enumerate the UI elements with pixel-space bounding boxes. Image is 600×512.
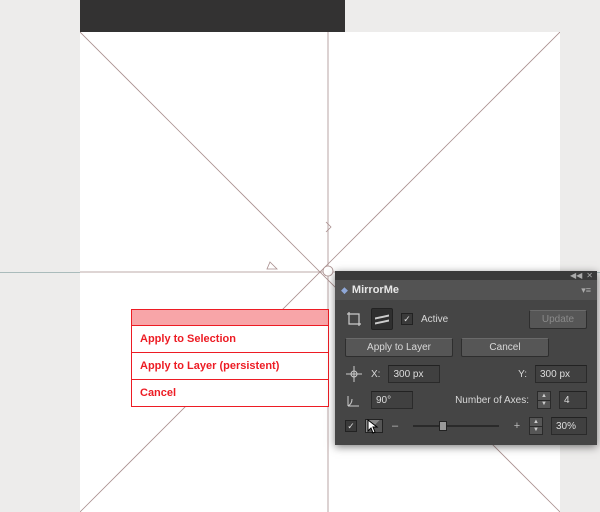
cancel-button[interactable]: Cancel (461, 338, 549, 357)
x-field[interactable] (388, 365, 440, 383)
context-menu-apply-selection[interactable]: Apply to Selection (132, 326, 328, 353)
center-target-icon[interactable] (345, 365, 363, 383)
context-menu-apply-layer[interactable]: Apply to Layer (persistent) (132, 353, 328, 380)
angle-field[interactable] (371, 391, 413, 409)
opacity-stepper[interactable]: ▲▼ (529, 417, 543, 435)
panel-body: ✓ Active Update Apply to Layer Cancel X:… (335, 300, 597, 445)
flyout-menu-icon[interactable]: ▾≡ (581, 285, 591, 296)
axes-stepper[interactable]: ▲▼ (537, 391, 551, 409)
layers-icon[interactable] (371, 308, 393, 330)
active-checkbox[interactable]: ✓ (401, 313, 413, 325)
x-label: X: (371, 369, 380, 380)
opacity-field[interactable] (551, 417, 587, 435)
context-menu-cancel[interactable]: Cancel (132, 380, 328, 406)
axes-field[interactable] (559, 391, 587, 409)
preview-swatch-icon[interactable] (365, 419, 383, 433)
y-field[interactable] (535, 365, 587, 383)
panel-title-bar[interactable]: ◆ MirrorMe ▾≡ (335, 280, 597, 300)
collapse-icon[interactable]: ◀◀ (570, 271, 582, 280)
context-menu: Apply to Selection Apply to Layer (persi… (131, 309, 329, 407)
mirrorme-panel: ◀◀ ✕ ◆ MirrorMe ▾≡ ✓ Active Update Apply… (335, 271, 597, 445)
y-label: Y: (518, 369, 527, 380)
slider-thumb[interactable] (439, 421, 447, 431)
close-icon[interactable]: ✕ (586, 271, 593, 280)
panel-title: MirrorMe (352, 284, 399, 296)
slider-minus-icon: – (391, 420, 399, 432)
plugin-dot-icon: ◆ (341, 285, 348, 296)
angle-icon[interactable] (345, 391, 363, 409)
slider-plus-icon: + (513, 420, 521, 432)
apply-to-layer-button[interactable]: Apply to Layer (345, 338, 453, 357)
app-topbar (80, 0, 345, 32)
update-button[interactable]: Update (529, 310, 587, 329)
axes-label: Number of Axes: (455, 395, 529, 406)
context-menu-header[interactable] (132, 310, 328, 326)
active-label: Active (421, 314, 448, 325)
crop-icon[interactable] (345, 310, 363, 328)
panel-dragbar[interactable]: ◀◀ ✕ (335, 271, 597, 280)
preview-checkbox[interactable]: ✓ (345, 420, 357, 432)
opacity-slider[interactable] (413, 425, 499, 427)
